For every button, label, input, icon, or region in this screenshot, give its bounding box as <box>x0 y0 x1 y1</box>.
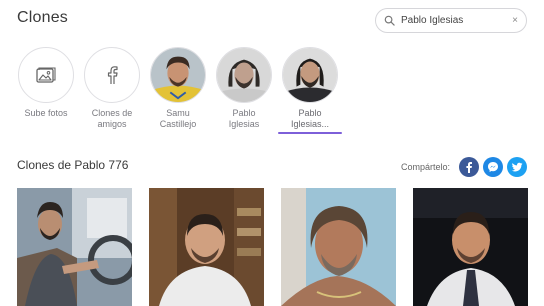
avatar <box>283 48 337 102</box>
twitter-icon <box>511 162 523 171</box>
share-bar: Compártelo: <box>401 157 527 177</box>
avatar-pablo-iglesias[interactable] <box>216 47 272 103</box>
share-label: Compártelo: <box>400 162 450 172</box>
circle-label: Pablo Iglesias... <box>290 108 330 129</box>
avatar <box>151 48 205 102</box>
person-item-samu-castillejo[interactable]: Samu Castillejo <box>146 47 210 130</box>
twitter-share-button[interactable] <box>507 157 527 177</box>
clear-icon[interactable]: × <box>512 15 518 26</box>
page-title: Clones <box>17 9 69 26</box>
circle-label: Samu Castillejo <box>159 108 197 129</box>
circle-label: Sube fotos <box>24 108 68 118</box>
search-box[interactable]: × <box>375 8 527 33</box>
clone-photo-image <box>413 188 528 306</box>
clone-photo-grid <box>17 188 528 306</box>
person-item-pablo-iglesias-selected[interactable]: Pablo Iglesias... <box>278 47 342 134</box>
messenger-share-button[interactable] <box>483 157 503 177</box>
clone-photo-3[interactable] <box>281 188 396 306</box>
messenger-icon <box>488 162 498 172</box>
circle-label: Pablo Iglesias <box>228 108 260 129</box>
upload-photos-item[interactable]: Sube fotos <box>14 47 78 130</box>
clone-photo-2[interactable] <box>149 188 264 306</box>
clone-photo-image <box>281 188 396 306</box>
friends-clones-item[interactable]: Clones de amigos <box>80 47 144 130</box>
clone-photo-1[interactable] <box>17 188 132 306</box>
circle-list: Sube fotos Clones de amigos Samu Castill… <box>14 47 344 134</box>
section-title: Clones de Pablo 776 <box>17 158 129 172</box>
clone-photo-image <box>17 188 132 306</box>
upload-photos-circle[interactable] <box>18 47 74 103</box>
clone-photo-4[interactable] <box>413 188 528 306</box>
person-item-pablo-iglesias[interactable]: Pablo Iglesias <box>212 47 276 130</box>
avatar <box>217 48 271 102</box>
facebook-icon <box>107 66 118 84</box>
search-input[interactable] <box>401 15 509 26</box>
facebook-share-button[interactable] <box>459 157 479 177</box>
friends-clones-circle[interactable] <box>84 47 140 103</box>
avatar-samu-castillejo[interactable] <box>150 47 206 103</box>
image-icon <box>36 67 56 83</box>
search-icon <box>384 15 395 26</box>
avatar-pablo-iglesias-selected[interactable] <box>282 47 338 103</box>
clone-photo-image <box>149 188 264 306</box>
circle-label: Clones de amigos <box>91 108 133 129</box>
active-indicator <box>278 132 342 134</box>
facebook-icon <box>466 162 472 173</box>
